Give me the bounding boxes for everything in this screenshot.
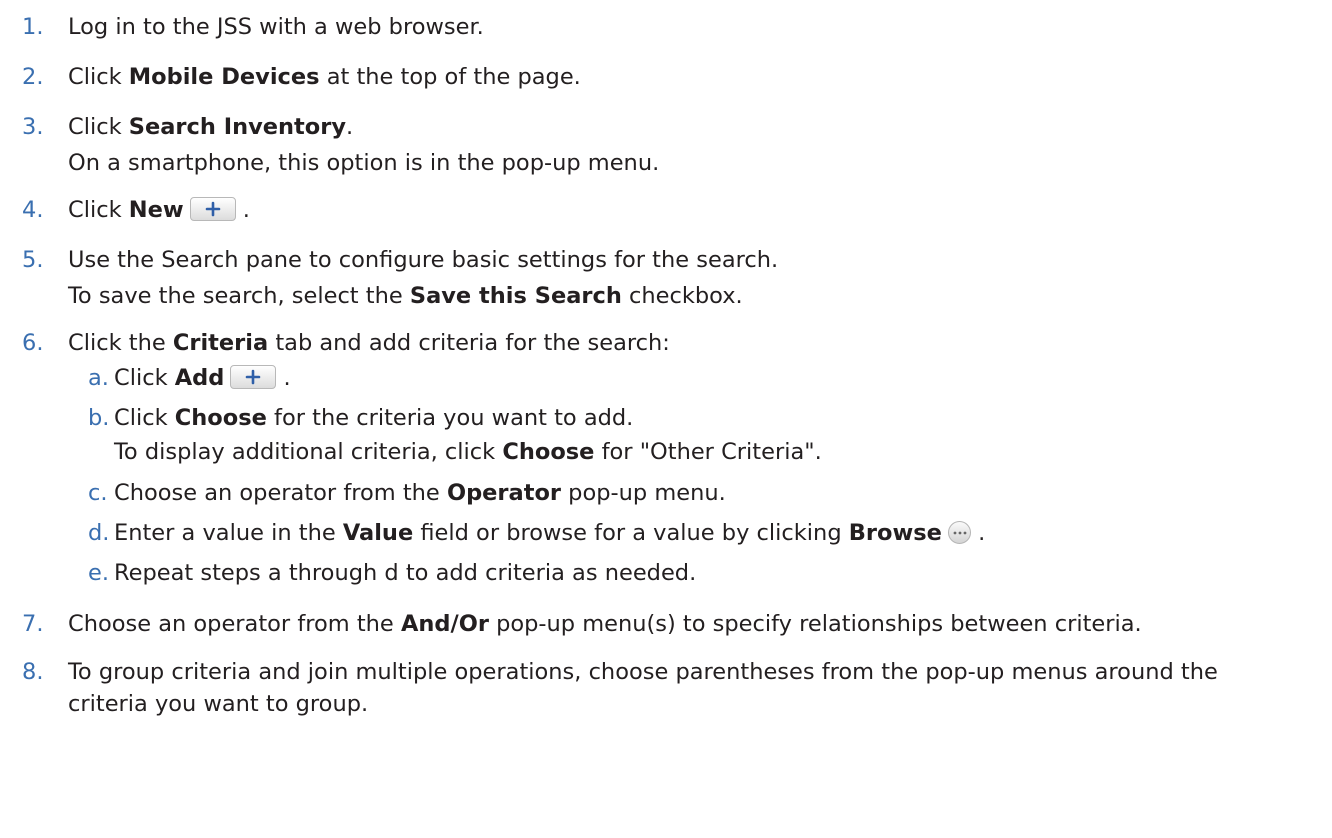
step-text: Use the Search pane to configure basic s… [68,247,779,273]
step-number: 2. [22,64,44,90]
step-number: 4. [22,197,44,223]
new-plus-button-icon [189,197,236,221]
substep-letter: e. [88,560,109,586]
step-text: Click the Criteria tab and add criteria … [68,330,670,356]
step-number: 7. [22,611,44,637]
step-note: To save the search, select the Save this… [68,283,743,309]
substep-letter: b. [88,405,110,431]
step-text: Click New . [68,197,250,223]
substep-text: Click Add . [114,365,291,391]
step-text: Choose an operator from the And/Or pop-u… [68,611,1142,637]
step-number: 1. [22,14,44,40]
substep-text: Repeat steps a through d to add criteria… [114,560,697,586]
substep-text: Enter a value in the Value field or brow… [114,520,986,546]
step-number: 6. [22,330,44,356]
step-text: Click Mobile Devices at the top of the p… [68,64,581,90]
ellipsis-browse-icon [947,521,971,544]
substep-text: Choose an operator from the Operator pop… [114,480,726,506]
step-number: 3. [22,114,44,140]
step-note: On a smartphone, this option is in the p… [68,150,660,176]
substep-letter: c. [88,480,108,506]
add-plus-button-icon [230,365,277,389]
step-text-continued: criteria you want to group. [68,691,369,717]
step-text: To group criteria and join multiple oper… [68,659,1218,685]
substep-text: Click Choose for the criteria you want t… [114,405,634,431]
substep-note: To display additional criteria, click Ch… [114,439,822,465]
substep-letter: a. [88,365,109,391]
step-text: Click Search Inventory. [68,114,354,140]
substep-letter: d. [88,520,110,546]
step-text: Log in to the JSS with a web browser. [68,14,484,40]
step-number: 5. [22,247,44,273]
step-number: 8. [22,659,44,685]
